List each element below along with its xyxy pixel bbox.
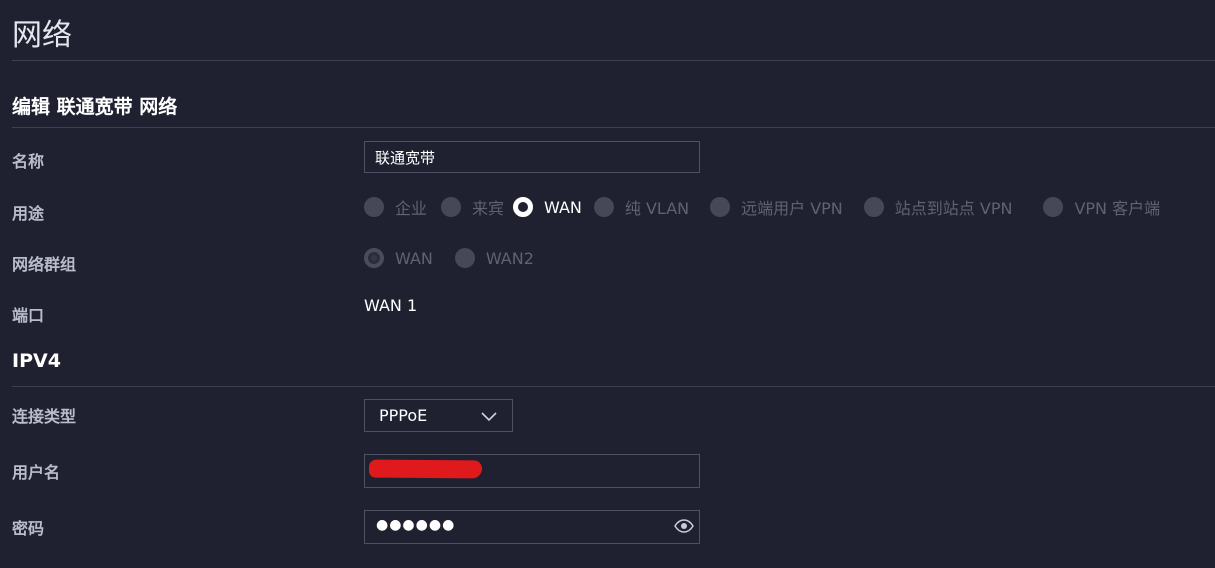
port-value: WAN 1 xyxy=(364,296,418,315)
purpose-option-remote-user-vpn[interactable]: 远端用户 VPN xyxy=(710,195,843,219)
purpose-radio-group: 企业 来宾 WAN 纯 VLAN 远端用户 VPN 站点到站点 VPN VPN … xyxy=(364,195,1160,219)
network-group-label: 网络群组 xyxy=(12,255,77,274)
ipv4-section-title: IPV4 xyxy=(12,350,61,372)
purpose-option-vpn-client[interactable]: VPN 客户端 xyxy=(1043,195,1160,219)
radio-label: 远端用户 VPN xyxy=(741,199,843,218)
ipv4-section-divider xyxy=(12,386,1215,387)
chevron-down-icon xyxy=(480,408,498,427)
password-input[interactable] xyxy=(364,510,700,544)
purpose-option-guest[interactable]: 来宾 xyxy=(441,195,504,219)
network-group-option-wan2[interactable]: WAN2 xyxy=(454,248,534,268)
radio-circle xyxy=(593,197,614,217)
purpose-option-corporate[interactable]: 企业 xyxy=(364,195,427,219)
password-label: 密码 xyxy=(12,519,45,538)
radio-label: VPN 客户端 xyxy=(1074,199,1161,218)
page-title: 网络 xyxy=(12,18,72,53)
purpose-label: 用途 xyxy=(12,204,45,223)
radio-circle-selected xyxy=(364,248,384,268)
radio-circle xyxy=(441,197,462,217)
radio-label: WAN xyxy=(395,248,433,268)
radio-label: 纯 VLAN xyxy=(624,199,690,218)
redaction-mark xyxy=(368,459,483,479)
purpose-option-vlan-only[interactable]: 纯 VLAN xyxy=(593,195,690,219)
purpose-option-site-to-site-vpn[interactable]: 站点到站点 VPN xyxy=(863,195,1013,219)
radio-circle xyxy=(710,197,731,217)
edit-section-title: 编辑 联通宽带 网络 xyxy=(12,96,178,118)
radio-label: WAN xyxy=(544,197,582,217)
radio-circle xyxy=(863,197,884,217)
username-label: 用户名 xyxy=(12,463,61,482)
radio-label: 企业 xyxy=(395,199,428,218)
title-divider xyxy=(12,60,1215,61)
name-input[interactable] xyxy=(364,141,700,173)
eye-icon[interactable] xyxy=(674,518,694,538)
radio-label: 站点到站点 VPN xyxy=(894,199,1013,218)
radio-circle xyxy=(364,197,384,217)
radio-circle xyxy=(454,248,475,268)
connection-type-value: PPPoE xyxy=(379,406,428,425)
edit-section-divider xyxy=(12,127,1215,128)
network-group-option-wan[interactable]: WAN xyxy=(364,248,433,268)
radio-circle-selected xyxy=(513,197,534,217)
purpose-option-wan[interactable]: WAN xyxy=(513,197,582,217)
connection-type-label: 连接类型 xyxy=(12,407,77,426)
radio-circle xyxy=(1043,197,1064,217)
connection-type-select[interactable]: PPPoE xyxy=(364,399,513,432)
radio-label: 来宾 xyxy=(472,199,505,218)
network-group-radio-group: WAN WAN2 xyxy=(364,246,534,270)
radio-label: WAN2 xyxy=(485,248,534,268)
name-label: 名称 xyxy=(12,152,45,171)
port-label: 端口 xyxy=(12,306,45,325)
